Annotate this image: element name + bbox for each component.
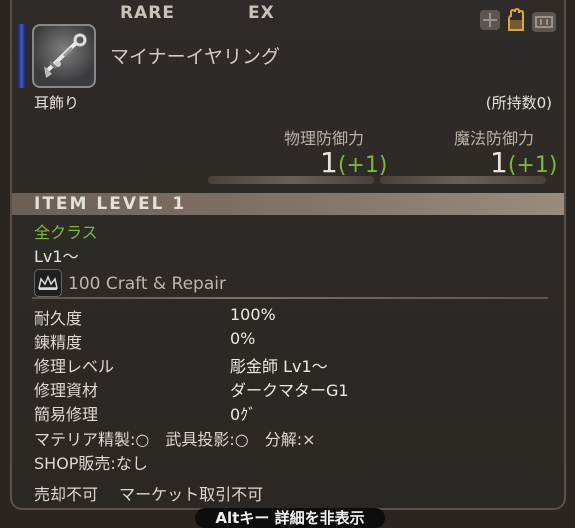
market-info: 売却不可 マーケット取引不可 xyxy=(34,485,264,504)
class-restriction: 全クラス xyxy=(34,223,98,242)
ex-label: EX xyxy=(248,3,275,23)
level-requirement: Lv1〜 xyxy=(34,247,79,266)
phys-def-value: 1 xyxy=(320,146,338,179)
mag-def-value-group: 1(+1) xyxy=(490,146,557,179)
item-flags xyxy=(480,7,560,34)
phys-def-value-group: 1(+1) xyxy=(320,146,387,179)
detail-label: 耐久度 xyxy=(34,309,83,328)
detail-row: 耐久度 100% xyxy=(34,305,554,329)
detail-row: 修理レベル 彫金師 Lv1〜 xyxy=(34,353,554,377)
phys-def-bar xyxy=(208,176,374,184)
details-table: 耐久度 100% 錬精度 0% 修理レベル 彫金師 Lv1〜 修理資材 ダークマ… xyxy=(34,305,554,425)
item-tooltip: RARE EX マイナーイヤリング 耳飾り (所持数0) 物理防御力 魔法防御力… xyxy=(10,0,566,510)
detail-label: 修理資材 xyxy=(34,381,99,400)
detail-value: 彫金師 Lv1〜 xyxy=(230,357,328,376)
unique-hand-icon xyxy=(504,7,526,32)
owned-count: (所持数0) xyxy=(485,94,552,112)
rarity-bar xyxy=(18,24,25,88)
untradable-icon xyxy=(532,12,556,32)
detail-row: 修理資材 ダークマターG1 xyxy=(34,377,554,401)
mag-def-bar xyxy=(380,176,546,184)
item-level: ITEM LEVEL 1 xyxy=(34,194,187,214)
phys-def-bonus: (+1) xyxy=(337,153,388,178)
plus-tag-icon xyxy=(480,10,500,30)
detail-row: 錬精度 0% xyxy=(34,329,554,353)
detail-value: ダークマターG1 xyxy=(230,381,349,400)
detail-label: 錬精度 xyxy=(34,333,83,352)
detail-label: 修理レベル xyxy=(34,357,115,376)
item-category: 耳飾り xyxy=(34,94,80,112)
mag-def-value: 1 xyxy=(490,146,508,179)
item-name: マイナーイヤリング xyxy=(110,46,281,68)
crown-icon xyxy=(34,269,62,297)
detail-value: 100% xyxy=(230,305,276,324)
detail-value: 0ｸﾞ xyxy=(230,405,257,424)
shop-info: SHOP販売:なし xyxy=(34,454,148,473)
detail-label: 簡易修理 xyxy=(34,405,99,424)
mag-def-bonus: (+1) xyxy=(507,153,558,178)
materia-info: マテリア精製:○ 武具投影:○ 分解:× xyxy=(34,430,316,449)
alt-key-hint[interactable]: Altキー 詳細を非表示 xyxy=(195,508,385,528)
detail-value: 0% xyxy=(230,329,256,348)
craft-repair-label: 100 Craft & Repair xyxy=(68,274,226,294)
detail-row: 簡易修理 0ｸﾞ xyxy=(34,401,554,425)
earring-icon xyxy=(32,24,96,88)
section-divider xyxy=(32,297,548,299)
rarity-label: RARE xyxy=(120,3,175,23)
